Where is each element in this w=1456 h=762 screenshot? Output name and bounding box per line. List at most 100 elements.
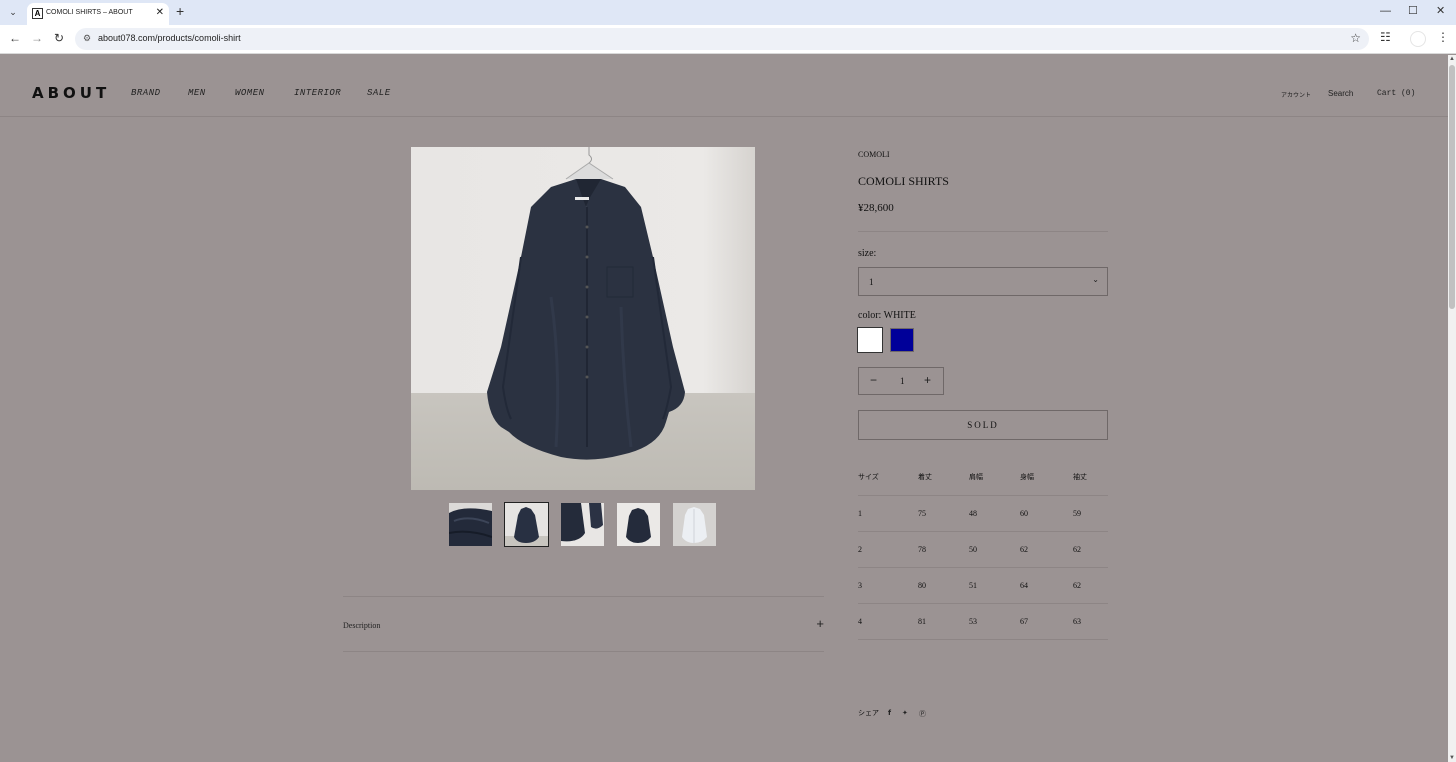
table-header-cell: 袖丈 (1073, 459, 1108, 496)
cart-link[interactable]: Cart (0) (1377, 89, 1415, 98)
table-cell: 63 (1073, 603, 1108, 640)
site-header: ABOUT BRAND MEN WOMEN INTERIOR SALE アカウン… (0, 55, 1448, 117)
table-cell: 81 (918, 603, 969, 640)
table-cell: 50 (969, 531, 1020, 568)
url-text[interactable]: about078.com/products/comoli-shirt (98, 33, 241, 43)
pinterest-icon[interactable]: Ⓟ (919, 709, 926, 719)
plus-icon[interactable]: + (924, 374, 931, 386)
scroll-down-icon[interactable]: ▼ (1449, 755, 1455, 761)
table-cell: 62 (1073, 531, 1108, 568)
chevron-down-icon: ⌄ (1092, 275, 1099, 284)
back-icon[interactable]: ← (9, 31, 21, 45)
table-cell: 4 (858, 603, 918, 640)
table-cell: 48 (969, 495, 1020, 532)
product-vendor[interactable]: COMOLI (858, 150, 890, 159)
table-header-cell: 着丈 (918, 459, 969, 496)
bookmark-star-icon[interactable]: ☆ (1350, 31, 1361, 45)
reload-icon[interactable]: ↻ (54, 31, 64, 45)
search-link[interactable]: Search (1328, 89, 1353, 98)
tab-search-button[interactable]: ⌄ (5, 4, 21, 20)
thumbnail-white-shirt (673, 503, 716, 546)
maximize-icon[interactable]: ☐ (1408, 5, 1418, 17)
nav-brand[interactable]: BRAND (131, 88, 161, 98)
table-row: 1 75 48 60 59 (858, 495, 1108, 532)
nav-women[interactable]: WOMEN (235, 88, 265, 98)
page-content: ABOUT BRAND MEN WOMEN INTERIOR SALE アカウン… (0, 55, 1448, 762)
color-swatch-white[interactable] (858, 328, 882, 352)
size-select[interactable]: 1 ⌄ (858, 267, 1108, 296)
site-favicon-icon: A (32, 8, 43, 19)
account-link[interactable]: アカウント (1281, 90, 1311, 99)
size-chart-table: サイズ 着丈 肩幅 身幅 袖丈 1 75 48 60 59 2 78 50 62… (858, 459, 1108, 640)
browser-toolbar: ← → ↻ ⚙ about078.com/products/comoli-shi… (0, 25, 1456, 54)
product-title: COMOLI SHIRTS (858, 174, 949, 188)
product-thumbnail-active[interactable] (504, 502, 549, 547)
thumbnail-fabric-detail (449, 503, 492, 546)
description-accordion[interactable]: Description + (343, 596, 824, 652)
table-cell: 60 (1020, 495, 1073, 532)
browser-tab[interactable]: A COMOLI SHIRTS – ABOUT ✕ (27, 3, 169, 25)
table-row: 4 81 53 67 63 (858, 603, 1108, 640)
page-scrollbar[interactable]: ▲ ▼ (1448, 55, 1456, 762)
product-thumbnail[interactable] (561, 503, 604, 546)
table-header-cell: 身幅 (1020, 459, 1073, 496)
table-header-cell: サイズ (858, 459, 918, 496)
sold-button[interactable]: SOLD (858, 410, 1108, 440)
table-header-cell: 肩幅 (969, 459, 1020, 496)
facebook-icon[interactable]: f (888, 709, 891, 717)
browser-tab-strip: ⌄ A COMOLI SHIRTS – ABOUT ✕ + — ☐ ✕ (0, 0, 1456, 25)
table-cell: 67 (1020, 603, 1073, 640)
table-cell: 62 (1020, 531, 1073, 568)
quantity-stepper: − 1 + (858, 367, 944, 395)
nav-men[interactable]: MEN (188, 88, 206, 98)
extensions-icon[interactable]: ☷ (1380, 30, 1391, 44)
table-cell: 78 (918, 531, 969, 568)
table-cell: 75 (918, 495, 969, 532)
profile-avatar[interactable] (1410, 31, 1426, 47)
product-price: ¥28,600 (858, 202, 894, 214)
address-bar[interactable]: ⚙ about078.com/products/comoli-shirt ☆ (75, 28, 1369, 50)
close-tab-icon[interactable]: ✕ (156, 7, 164, 19)
size-label: size: (858, 248, 877, 259)
description-label: Description (343, 621, 381, 630)
color-swatch-navy[interactable] (890, 328, 914, 352)
browser-menu-icon[interactable]: ⋮ (1437, 30, 1449, 44)
thumbnail-shirt-back (617, 503, 660, 546)
shirt-image (411, 147, 755, 490)
table-row: 2 78 50 62 62 (858, 531, 1108, 568)
plus-icon[interactable]: + (816, 617, 824, 630)
thumbnail-shirt-front (505, 503, 548, 546)
forward-icon[interactable]: → (31, 31, 43, 45)
nav-sale[interactable]: SALE (367, 88, 391, 98)
twitter-icon[interactable]: ✦ (902, 709, 908, 717)
minimize-icon[interactable]: — (1380, 5, 1391, 17)
table-cell: 62 (1073, 567, 1108, 604)
thumbnail-shirt-detail (561, 503, 604, 546)
table-cell: 53 (969, 603, 1020, 640)
share-label: シェア (858, 709, 879, 717)
size-selected-value: 1 (869, 277, 874, 287)
new-tab-button[interactable]: + (176, 4, 184, 18)
table-cell: 2 (858, 531, 918, 568)
table-cell: 59 (1073, 495, 1108, 532)
product-thumbnail[interactable] (617, 503, 660, 546)
close-window-icon[interactable]: ✕ (1436, 5, 1445, 17)
table-header-row: サイズ 着丈 肩幅 身幅 袖丈 (858, 459, 1108, 496)
site-info-icon[interactable]: ⚙ (83, 33, 91, 44)
color-label: color: WHITE (858, 310, 916, 321)
nav-interior[interactable]: INTERIOR (294, 88, 341, 98)
scrollbar-thumb[interactable] (1449, 65, 1455, 309)
table-cell: 64 (1020, 567, 1073, 604)
divider (858, 231, 1108, 232)
site-logo[interactable]: ABOUT (32, 84, 110, 102)
table-cell: 3 (858, 567, 918, 604)
tab-title: COMOLI SHIRTS – ABOUT (46, 9, 133, 16)
product-thumbnail[interactable] (449, 503, 492, 546)
scroll-up-icon[interactable]: ▲ (1449, 56, 1455, 62)
minus-icon[interactable]: − (870, 374, 877, 386)
quantity-value[interactable]: 1 (900, 376, 905, 386)
main-product-image[interactable] (411, 147, 755, 490)
product-thumbnail[interactable] (673, 503, 716, 546)
table-cell: 1 (858, 495, 918, 532)
table-cell: 51 (969, 567, 1020, 604)
